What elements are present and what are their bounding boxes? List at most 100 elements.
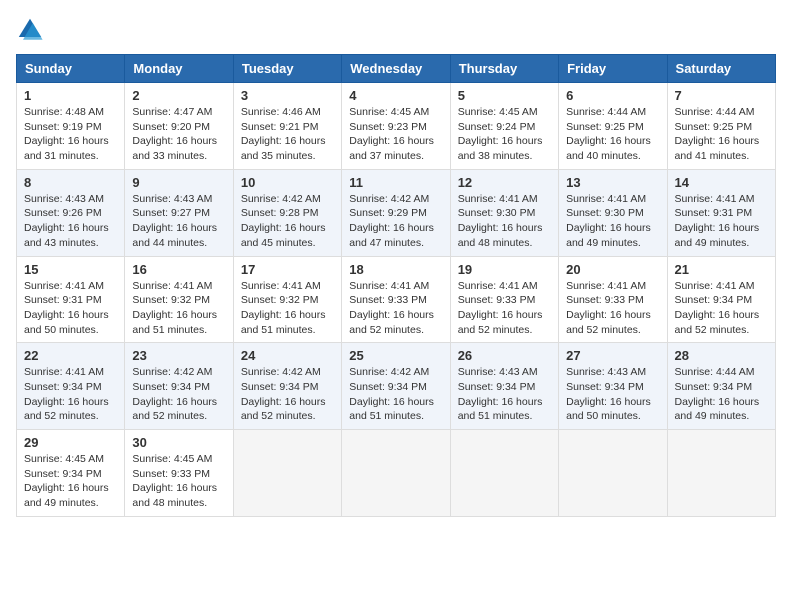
day-info: Sunrise: 4:47 AMSunset: 9:20 PMDaylight:…: [132, 105, 225, 164]
calendar-day-cell: 4 Sunrise: 4:45 AMSunset: 9:23 PMDaylight…: [342, 83, 450, 170]
calendar-day-cell: 28Sunrise: 4:44 AMSunset: 9:34 PMDayligh…: [667, 343, 775, 430]
day-info: Sunrise: 4:42 AMSunset: 9:34 PMDaylight:…: [241, 365, 334, 424]
day-number: 20: [566, 262, 659, 277]
day-info: Sunrise: 4:41 AMSunset: 9:33 PMDaylight:…: [349, 279, 442, 338]
calendar-day-cell: 16Sunrise: 4:41 AMSunset: 9:32 PMDayligh…: [125, 256, 233, 343]
day-info: Sunrise: 4:45 AMSunset: 9:24 PMDaylight:…: [458, 105, 551, 164]
day-info: Sunrise: 4:42 AMSunset: 9:29 PMDaylight:…: [349, 192, 442, 251]
day-number: 9: [132, 175, 225, 190]
calendar-day-cell: 6 Sunrise: 4:44 AMSunset: 9:25 PMDaylight…: [559, 83, 667, 170]
day-number: 22: [24, 348, 117, 363]
calendar-day-cell: 14 Sunrise: 4:41 AMSunset: 9:31 PMDayligh…: [667, 169, 775, 256]
calendar-day-cell: [559, 430, 667, 517]
day-info: Sunrise: 4:46 AMSunset: 9:21 PMDaylight:…: [241, 105, 334, 164]
day-number: 24: [241, 348, 334, 363]
day-info: Sunrise: 4:41 AMSunset: 9:32 PMDaylight:…: [132, 279, 225, 338]
calendar-day-cell: 17 Sunrise: 4:41 AMSunset: 9:32 PMDayligh…: [233, 256, 341, 343]
day-info: Sunrise: 4:45 AMSunset: 9:23 PMDaylight:…: [349, 105, 442, 164]
day-info: Sunrise: 4:41 AMSunset: 9:31 PMDaylight:…: [24, 279, 117, 338]
logo-icon: [16, 16, 44, 44]
calendar-day-cell: 2 Sunrise: 4:47 AMSunset: 9:20 PMDaylight…: [125, 83, 233, 170]
day-info: Sunrise: 4:42 AMSunset: 9:28 PMDaylight:…: [241, 192, 334, 251]
day-number: 25: [349, 348, 442, 363]
day-number: 4: [349, 88, 442, 103]
day-number: 29: [24, 435, 117, 450]
calendar-day-cell: 8 Sunrise: 4:43 AMSunset: 9:26 PMDaylight…: [17, 169, 125, 256]
calendar-header-row: SundayMondayTuesdayWednesdayThursdayFrid…: [17, 55, 776, 83]
day-info: Sunrise: 4:41 AMSunset: 9:33 PMDaylight:…: [566, 279, 659, 338]
day-info: Sunrise: 4:41 AMSunset: 9:32 PMDaylight:…: [241, 279, 334, 338]
day-number: 18: [349, 262, 442, 277]
calendar-day-cell: [233, 430, 341, 517]
day-info: Sunrise: 4:43 AMSunset: 9:34 PMDaylight:…: [566, 365, 659, 424]
day-number: 14: [675, 175, 768, 190]
day-number: 23: [132, 348, 225, 363]
calendar-week-row: 8 Sunrise: 4:43 AMSunset: 9:26 PMDaylight…: [17, 169, 776, 256]
day-info: Sunrise: 4:44 AMSunset: 9:25 PMDaylight:…: [675, 105, 768, 164]
day-header-saturday: Saturday: [667, 55, 775, 83]
day-number: 8: [24, 175, 117, 190]
day-header-wednesday: Wednesday: [342, 55, 450, 83]
calendar-day-cell: 18 Sunrise: 4:41 AMSunset: 9:33 PMDayligh…: [342, 256, 450, 343]
day-number: 10: [241, 175, 334, 190]
day-info: Sunrise: 4:42 AMSunset: 9:34 PMDaylight:…: [132, 365, 225, 424]
calendar-day-cell: [450, 430, 558, 517]
calendar-day-cell: 30 Sunrise: 4:45 AMSunset: 9:33 PMDayligh…: [125, 430, 233, 517]
day-number: 13: [566, 175, 659, 190]
calendar-day-cell: 23 Sunrise: 4:42 AMSunset: 9:34 PMDayligh…: [125, 343, 233, 430]
day-header-thursday: Thursday: [450, 55, 558, 83]
calendar-day-cell: 25 Sunrise: 4:42 AMSunset: 9:34 PMDayligh…: [342, 343, 450, 430]
day-info: Sunrise: 4:41 AMSunset: 9:30 PMDaylight:…: [458, 192, 551, 251]
day-number: 15: [24, 262, 117, 277]
calendar-day-cell: 12 Sunrise: 4:41 AMSunset: 9:30 PMDayligh…: [450, 169, 558, 256]
day-info: Sunrise: 4:45 AMSunset: 9:33 PMDaylight:…: [132, 452, 225, 511]
day-number: 5: [458, 88, 551, 103]
day-info: Sunrise: 4:43 AMSunset: 9:34 PMDaylight:…: [458, 365, 551, 424]
calendar-day-cell: 3 Sunrise: 4:46 AMSunset: 9:21 PMDaylight…: [233, 83, 341, 170]
day-number: 26: [458, 348, 551, 363]
calendar-day-cell: 19 Sunrise: 4:41 AMSunset: 9:33 PMDayligh…: [450, 256, 558, 343]
day-number: 30: [132, 435, 225, 450]
calendar-week-row: 29 Sunrise: 4:45 AMSunset: 9:34 PMDayligh…: [17, 430, 776, 517]
day-info: Sunrise: 4:43 AMSunset: 9:26 PMDaylight:…: [24, 192, 117, 251]
calendar-week-row: 15 Sunrise: 4:41 AMSunset: 9:31 PMDayligh…: [17, 256, 776, 343]
day-info: Sunrise: 4:41 AMSunset: 9:33 PMDaylight:…: [458, 279, 551, 338]
calendar-day-cell: 24 Sunrise: 4:42 AMSunset: 9:34 PMDayligh…: [233, 343, 341, 430]
day-info: Sunrise: 4:43 AMSunset: 9:27 PMDaylight:…: [132, 192, 225, 251]
logo: [16, 16, 48, 44]
calendar-day-cell: [667, 430, 775, 517]
calendar-week-row: 1 Sunrise: 4:48 AMSunset: 9:19 PMDaylight…: [17, 83, 776, 170]
day-number: 6: [566, 88, 659, 103]
day-info: Sunrise: 4:44 AMSunset: 9:34 PMDaylight:…: [675, 365, 768, 424]
day-info: Sunrise: 4:44 AMSunset: 9:25 PMDaylight:…: [566, 105, 659, 164]
day-header-friday: Friday: [559, 55, 667, 83]
day-header-monday: Monday: [125, 55, 233, 83]
calendar-week-row: 22Sunrise: 4:41 AMSunset: 9:34 PMDayligh…: [17, 343, 776, 430]
day-number: 7: [675, 88, 768, 103]
day-number: 3: [241, 88, 334, 103]
page-header: [16, 16, 776, 44]
day-info: Sunrise: 4:41 AMSunset: 9:31 PMDaylight:…: [675, 192, 768, 251]
calendar-day-cell: 1 Sunrise: 4:48 AMSunset: 9:19 PMDaylight…: [17, 83, 125, 170]
calendar-day-cell: 7 Sunrise: 4:44 AMSunset: 9:25 PMDaylight…: [667, 83, 775, 170]
day-number: 11: [349, 175, 442, 190]
day-number: 1: [24, 88, 117, 103]
day-info: Sunrise: 4:41 AMSunset: 9:30 PMDaylight:…: [566, 192, 659, 251]
calendar-day-cell: 9 Sunrise: 4:43 AMSunset: 9:27 PMDaylight…: [125, 169, 233, 256]
day-info: Sunrise: 4:45 AMSunset: 9:34 PMDaylight:…: [24, 452, 117, 511]
calendar-day-cell: 11 Sunrise: 4:42 AMSunset: 9:29 PMDayligh…: [342, 169, 450, 256]
calendar-day-cell: 15 Sunrise: 4:41 AMSunset: 9:31 PMDayligh…: [17, 256, 125, 343]
day-info: Sunrise: 4:42 AMSunset: 9:34 PMDaylight:…: [349, 365, 442, 424]
calendar-day-cell: 26 Sunrise: 4:43 AMSunset: 9:34 PMDayligh…: [450, 343, 558, 430]
day-number: 27: [566, 348, 659, 363]
day-info: Sunrise: 4:48 AMSunset: 9:19 PMDaylight:…: [24, 105, 117, 164]
calendar-day-cell: 13 Sunrise: 4:41 AMSunset: 9:30 PMDayligh…: [559, 169, 667, 256]
day-number: 12: [458, 175, 551, 190]
day-header-tuesday: Tuesday: [233, 55, 341, 83]
calendar-day-cell: [342, 430, 450, 517]
day-header-sunday: Sunday: [17, 55, 125, 83]
day-number: 19: [458, 262, 551, 277]
day-number: 2: [132, 88, 225, 103]
day-number: 21: [675, 262, 768, 277]
day-number: 17: [241, 262, 334, 277]
